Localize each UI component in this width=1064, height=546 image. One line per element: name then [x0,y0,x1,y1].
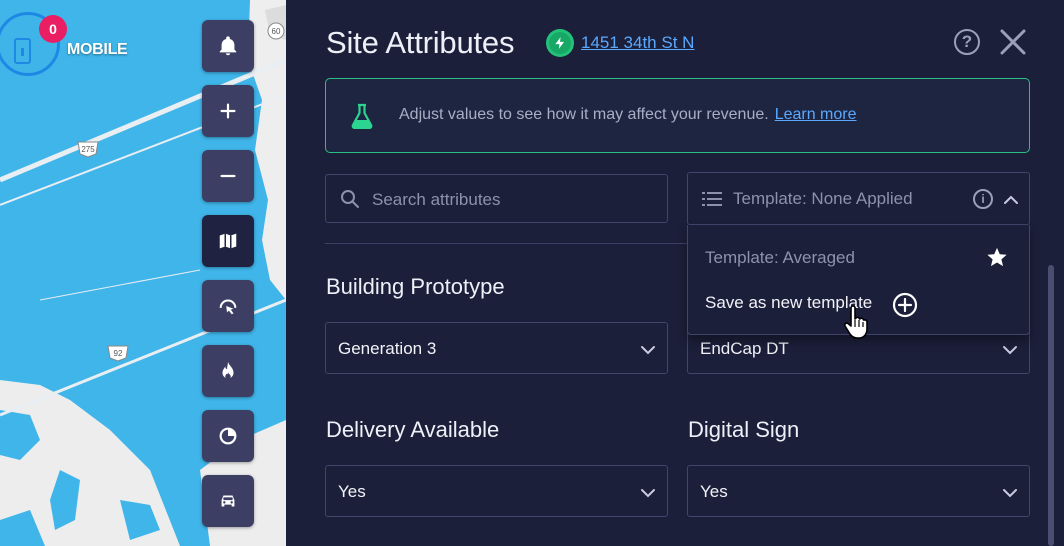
car-icon [221,495,235,507]
help-button[interactable]: ? [954,29,980,55]
heatmap-button[interactable] [202,345,254,397]
lightning-icon [555,37,565,49]
template-info-icon[interactable]: i [973,189,993,209]
mobile-count-badge: 0 [39,15,67,43]
road-shield-60-label: 60 [272,27,281,36]
search-attributes-input[interactable]: Search attributes [325,174,668,223]
bell-icon [219,36,237,56]
search-icon [341,190,359,208]
road-shield-92-label: 92 [114,349,123,358]
template-select[interactable]: Template: None Applied i [687,172,1030,225]
flask-icon [351,103,373,129]
delivery-available-label: Delivery Available [326,417,500,442]
learn-more-link[interactable]: Learn more [775,106,857,123]
section-divider [325,243,705,244]
analytics-button[interactable] [202,410,254,462]
pie-chart-icon [219,427,237,445]
drive-time-button[interactable] [202,280,254,332]
hand-cursor-icon [843,305,868,339]
road-shield-275-label: 275 [81,145,95,154]
map-view[interactable]: 275 92 60 0 MOBILE [0,0,286,546]
digital-sign-select[interactable]: Yes [687,465,1030,517]
template-label: Template: None Applied [733,189,913,208]
zoom-in-button[interactable] [202,85,254,137]
zoom-out-button[interactable] [202,150,254,202]
chevron-up-icon[interactable] [1002,191,1020,209]
building-prototype-select[interactable]: Generation 3 [325,322,668,374]
zoom-in-icon [220,103,236,119]
close-button[interactable] [999,28,1027,56]
template-option-averaged[interactable]: Template: Averaged [705,248,855,268]
notifications-button[interactable] [202,20,254,72]
chevron-down-icon [1003,489,1017,498]
mobile-label: MOBILE [67,41,128,58]
chevron-down-icon [641,489,655,498]
search-placeholder: Search attributes [372,190,501,209]
info-text: Adjust values to see how it may affect y… [399,106,857,124]
chevron-down-icon [1003,346,1017,355]
road-shield-275: 275 [76,140,100,161]
plus-circle-icon[interactable] [892,292,918,318]
map-toolbar [202,20,254,540]
building-type-value: EndCap DT [700,339,789,358]
close-icon [1000,29,1026,55]
digital-sign-label: Digital Sign [688,417,800,442]
digital-sign-value: Yes [700,482,728,501]
heatmap-icon [222,361,234,380]
zoom-out-icon [220,174,236,178]
chevron-down-icon [641,346,655,355]
delivery-available-select[interactable]: Yes [325,465,668,517]
map-layers-button[interactable] [202,215,254,267]
site-status-badge [546,29,574,57]
panel-scrollbar[interactable] [1048,265,1054,546]
phone-icon [14,38,31,64]
info-message: Adjust values to see how it may affect y… [399,106,769,123]
building-prototype-value: Generation 3 [338,339,437,358]
site-attributes-panel: Site Attributes 1451 34th St N ? Adjust … [286,0,1064,546]
road-shield-60: 60 [266,22,286,43]
traffic-button[interactable] [202,475,254,527]
delivery-available-value: Yes [338,482,366,501]
road-shield-92: 92 [106,344,130,365]
revenue-info-banner: Adjust values to see how it may affect y… [325,78,1030,153]
mobile-cluster[interactable]: 0 [0,12,67,88]
drive-time-icon [219,299,237,315]
site-address-link[interactable]: 1451 34th St N [581,33,694,53]
building-prototype-label: Building Prototype [326,274,505,299]
page-title: Site Attributes [326,25,515,60]
list-icon [702,192,722,206]
star-icon[interactable] [986,246,1008,268]
map-icon [219,233,237,249]
